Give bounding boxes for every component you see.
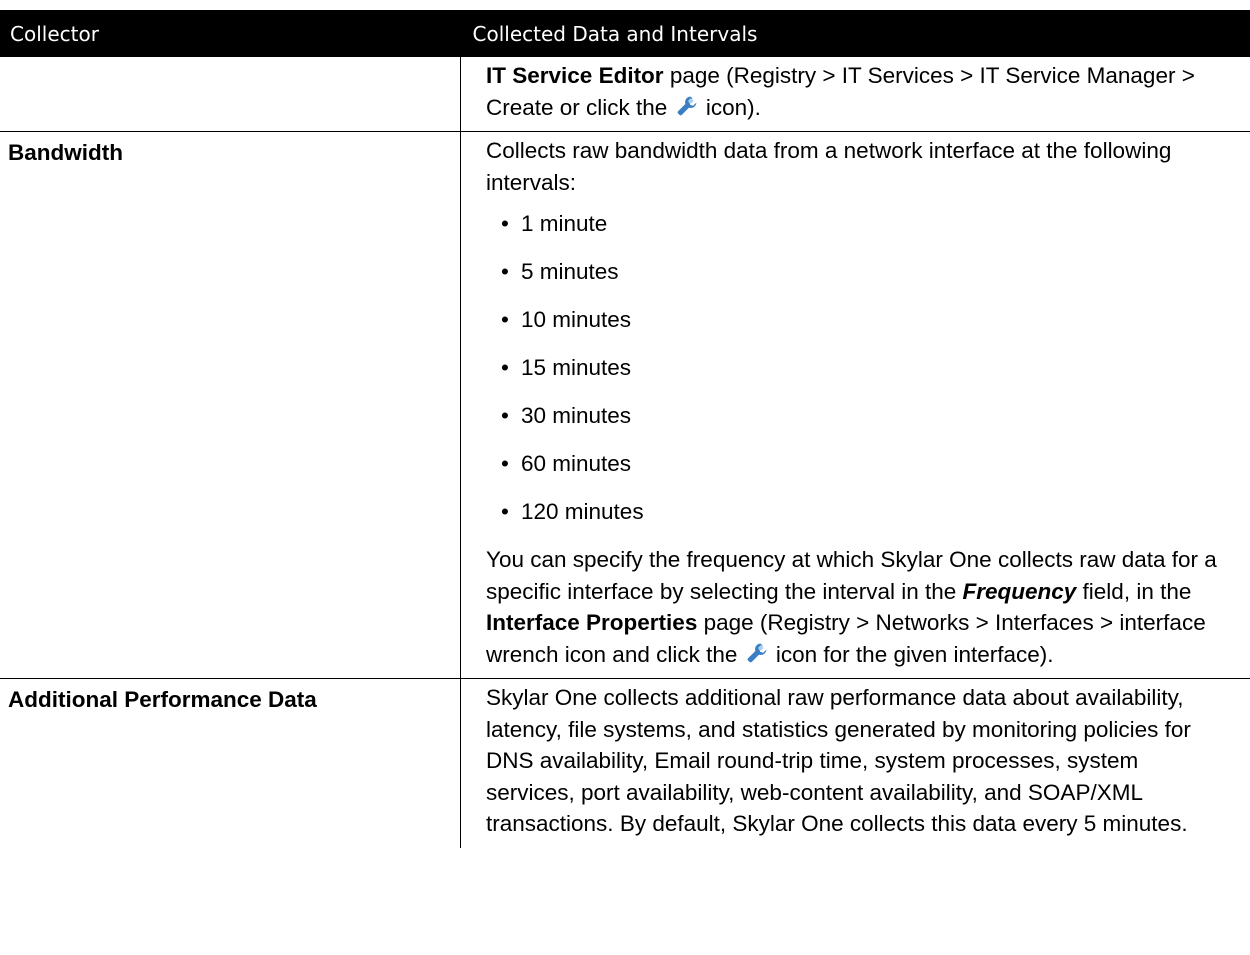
table-row: IT Service Editor page (Registry > IT Se… xyxy=(0,57,1250,132)
header-collected-data: Collected Data and Intervals xyxy=(460,10,1250,57)
list-item: • 60 minutes xyxy=(501,448,1233,496)
interval-label: 15 minutes xyxy=(521,355,632,380)
collector-cell: Bandwidth xyxy=(0,131,461,679)
frequency-field-name: Frequency xyxy=(962,578,1077,604)
interval-label: 5 minutes xyxy=(521,259,619,284)
table-header-row: Collector Collected Data and Intervals xyxy=(0,10,1250,57)
interval-list: • 1 minute • 5 minutes • 10 minutes • 15 mi… xyxy=(486,208,1233,544)
interval-label: 10 minutes xyxy=(521,307,632,332)
table-row: Bandwidth Collects raw bandwidth data fr… xyxy=(0,131,1250,679)
list-item: • 1 minute xyxy=(501,208,1233,256)
wrench-icon xyxy=(677,96,696,115)
bullet: • xyxy=(501,259,509,284)
frequency-paragraph: You can specify the frequency at which S… xyxy=(486,544,1233,670)
interval-label: 60 minutes xyxy=(521,451,632,476)
bullet: • xyxy=(501,211,509,236)
bullet: • xyxy=(501,403,509,428)
interval-label: 30 minutes xyxy=(521,403,632,428)
list-item: • 15 minutes xyxy=(501,352,1233,400)
interval-label: 1 minute xyxy=(521,211,608,236)
bullet: • xyxy=(501,355,509,380)
collector-cell-empty xyxy=(0,57,461,132)
header-collector: Collector xyxy=(0,10,461,57)
collector-table: Collector Collected Data and Intervals I… xyxy=(0,10,1250,848)
interface-properties-label: Interface Properties xyxy=(486,610,698,635)
text-span: field, in the xyxy=(1076,578,1192,604)
list-item: • 5 minutes xyxy=(501,256,1233,304)
text-span: icon). xyxy=(699,94,761,120)
bullet: • xyxy=(501,307,509,332)
list-item: • 10 minutes xyxy=(501,304,1233,352)
bullet: • xyxy=(501,499,509,524)
table-row: Additional Performance Data Skylar One c… xyxy=(0,678,1250,848)
wrench-icon xyxy=(747,643,766,662)
bullet: • xyxy=(501,451,509,476)
data-cell: Collects raw bandwidth data from a netwo… xyxy=(460,131,1250,679)
it-service-paragraph: IT Service Editor page (Registry > IT Se… xyxy=(486,60,1233,123)
it-service-editor-label: IT Service Editor xyxy=(486,63,664,88)
data-cell: Skylar One collects additional raw perfo… xyxy=(460,678,1250,848)
list-item: • 120 minutes xyxy=(501,496,1233,544)
text-span: icon for the given interface). xyxy=(769,641,1054,667)
data-cell: IT Service Editor page (Registry > IT Se… xyxy=(460,57,1250,132)
bandwidth-intro: Collects raw bandwidth data from a netwo… xyxy=(486,138,1172,195)
interval-label: 120 minutes xyxy=(521,499,644,524)
list-item: • 30 minutes xyxy=(501,400,1233,448)
collector-cell: Additional Performance Data xyxy=(0,678,461,848)
additional-data-paragraph: Skylar One collects additional raw perfo… xyxy=(486,685,1191,836)
